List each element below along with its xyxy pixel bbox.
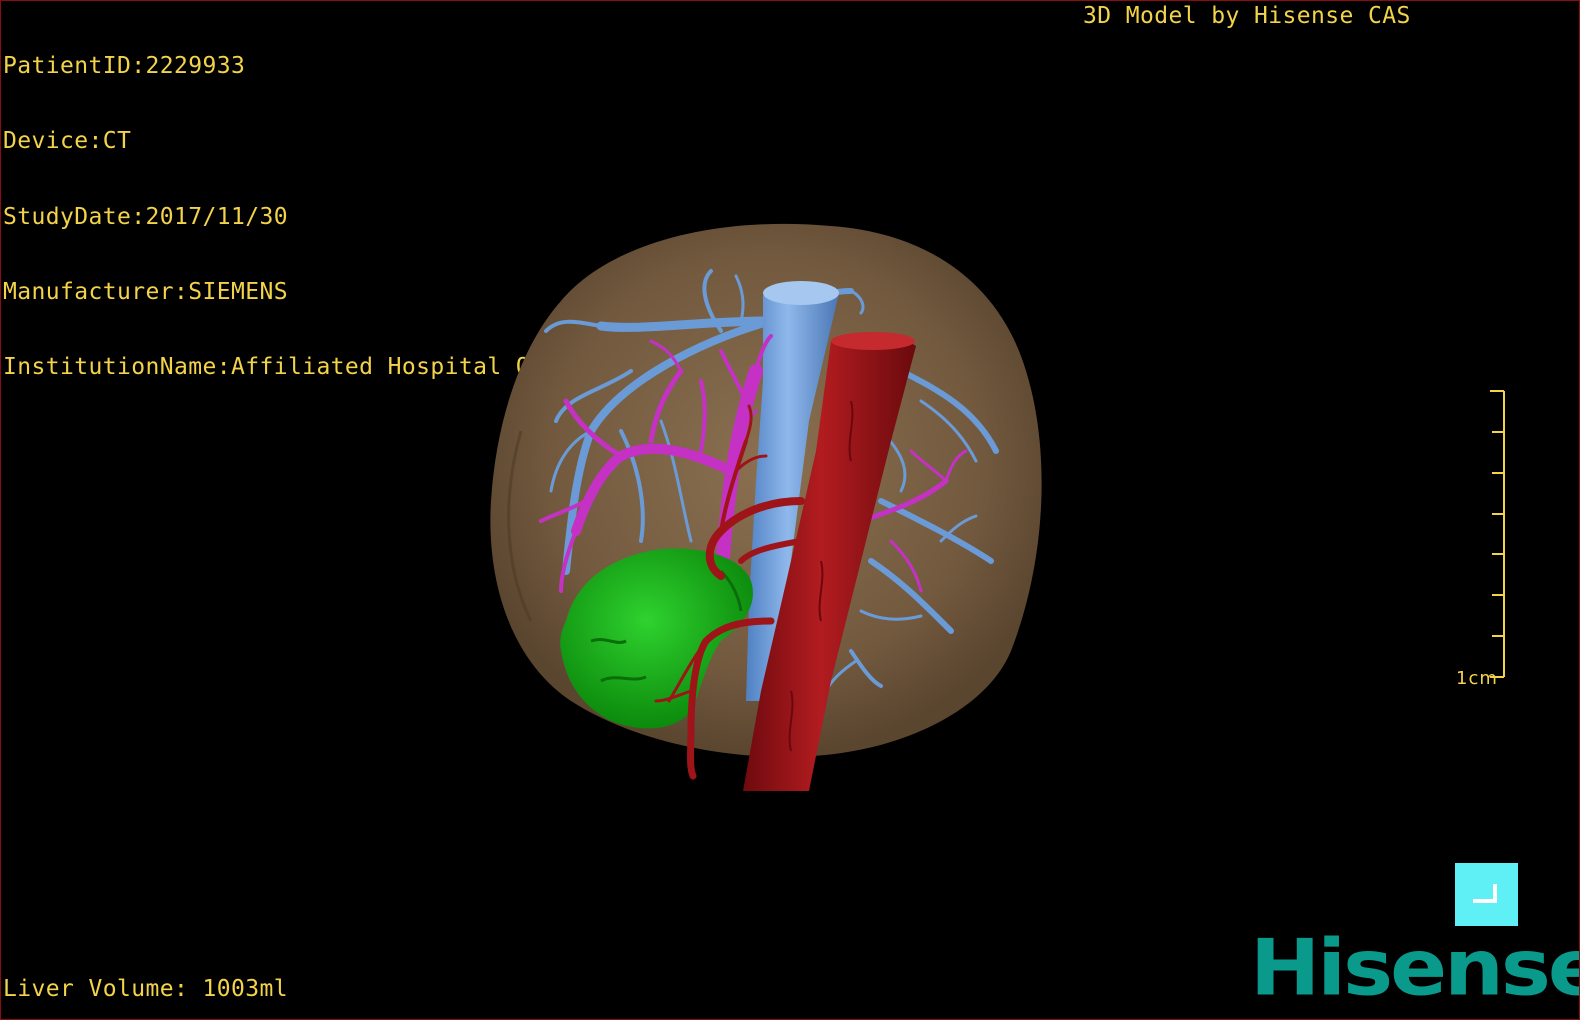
corner-icon xyxy=(1473,884,1497,903)
hisense-logo: Hisense xyxy=(1250,922,1580,1013)
3d-viewport[interactable]: PatientID:2229933 Device:CT StudyDate:20… xyxy=(0,0,1580,1020)
liver-3d-model[interactable] xyxy=(1,1,1580,1020)
liver-volume: Liver Volume: 1003ml xyxy=(3,976,288,1002)
corner-toggle-button[interactable] xyxy=(1455,863,1518,926)
scale-bar xyxy=(1490,390,1505,678)
scale-label: 1cm xyxy=(1456,668,1498,689)
